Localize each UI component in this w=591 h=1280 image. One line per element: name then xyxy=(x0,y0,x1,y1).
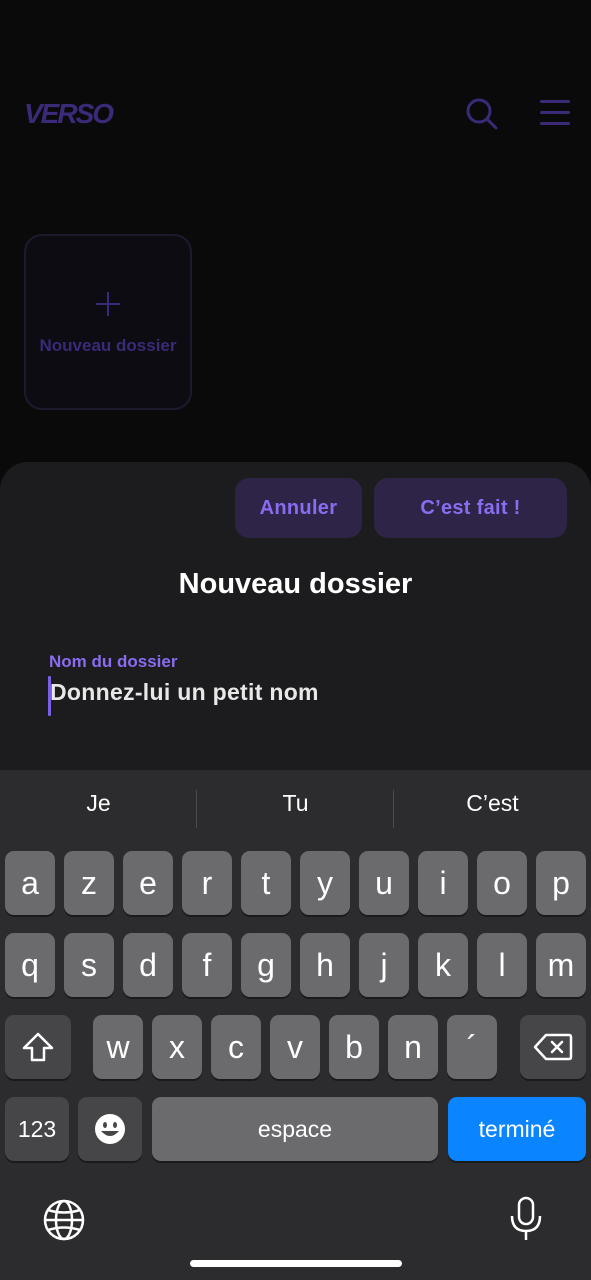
key-w[interactable]: w xyxy=(93,1015,143,1079)
screen: VERSO Nouveau dossier Annuler C’est fait… xyxy=(0,0,591,1280)
folder-name-label: Nom du dossier xyxy=(49,652,178,671)
emoji-icon xyxy=(95,1114,125,1144)
done-button[interactable]: C’est fait ! xyxy=(374,478,567,538)
menu-icon[interactable] xyxy=(540,100,570,128)
shift-icon xyxy=(22,1032,54,1062)
key-u[interactable]: u xyxy=(359,851,409,915)
key-accent[interactable]: ´ xyxy=(447,1015,497,1079)
verso-logo: VERSO xyxy=(24,98,114,129)
key-p[interactable]: p xyxy=(536,851,586,915)
home-indicator[interactable] xyxy=(190,1260,402,1267)
key-d[interactable]: d xyxy=(123,933,173,997)
key-f[interactable]: f xyxy=(182,933,232,997)
cancel-button[interactable]: Annuler xyxy=(235,478,362,538)
globe-icon[interactable] xyxy=(42,1198,86,1242)
key-o[interactable]: o xyxy=(477,851,527,915)
key-j[interactable]: j xyxy=(359,933,409,997)
key-g[interactable]: g xyxy=(241,933,291,997)
keyboard: Je Tu C’est a z e r t y u i o p q s d f … xyxy=(0,770,591,1280)
folder-name-input[interactable]: Donnez-lui un petit nom xyxy=(50,679,550,706)
suggestion-tu[interactable]: Tu xyxy=(197,790,394,817)
key-x[interactable]: x xyxy=(152,1015,202,1079)
suggestion-bar: Je Tu C’est xyxy=(0,770,591,848)
key-q[interactable]: q xyxy=(5,933,55,997)
key-b[interactable]: b xyxy=(329,1015,379,1079)
key-h[interactable]: h xyxy=(300,933,350,997)
key-e[interactable]: e xyxy=(123,851,173,915)
new-folder-card-label: Nouveau dossier xyxy=(39,336,177,355)
microphone-icon[interactable] xyxy=(508,1196,544,1242)
numbers-key[interactable]: 123 xyxy=(5,1097,69,1161)
backspace-icon xyxy=(533,1033,573,1061)
key-k[interactable]: k xyxy=(418,933,468,997)
key-s[interactable]: s xyxy=(64,933,114,997)
delete-key[interactable] xyxy=(520,1015,586,1079)
key-y[interactable]: y xyxy=(300,851,350,915)
key-c[interactable]: c xyxy=(211,1015,261,1079)
key-z[interactable]: z xyxy=(64,851,114,915)
return-key[interactable]: terminé xyxy=(448,1097,586,1161)
key-m[interactable]: m xyxy=(536,933,586,997)
key-n[interactable]: n xyxy=(388,1015,438,1079)
plus-icon xyxy=(26,284,190,324)
space-key[interactable]: espace xyxy=(152,1097,438,1161)
key-i[interactable]: i xyxy=(418,851,468,915)
key-a[interactable]: a xyxy=(5,851,55,915)
search-icon[interactable] xyxy=(464,96,500,132)
key-v[interactable]: v xyxy=(270,1015,320,1079)
suggestion-cest[interactable]: C’est xyxy=(394,790,591,817)
app-header: VERSO xyxy=(0,88,591,140)
key-t[interactable]: t xyxy=(241,851,291,915)
shift-key[interactable] xyxy=(5,1015,71,1079)
key-l[interactable]: l xyxy=(477,933,527,997)
new-folder-card[interactable]: Nouveau dossier xyxy=(24,234,192,410)
sheet-title: Nouveau dossier xyxy=(178,568,413,600)
key-r[interactable]: r xyxy=(182,851,232,915)
suggestion-je[interactable]: Je xyxy=(0,790,197,817)
emoji-key[interactable] xyxy=(78,1097,142,1161)
